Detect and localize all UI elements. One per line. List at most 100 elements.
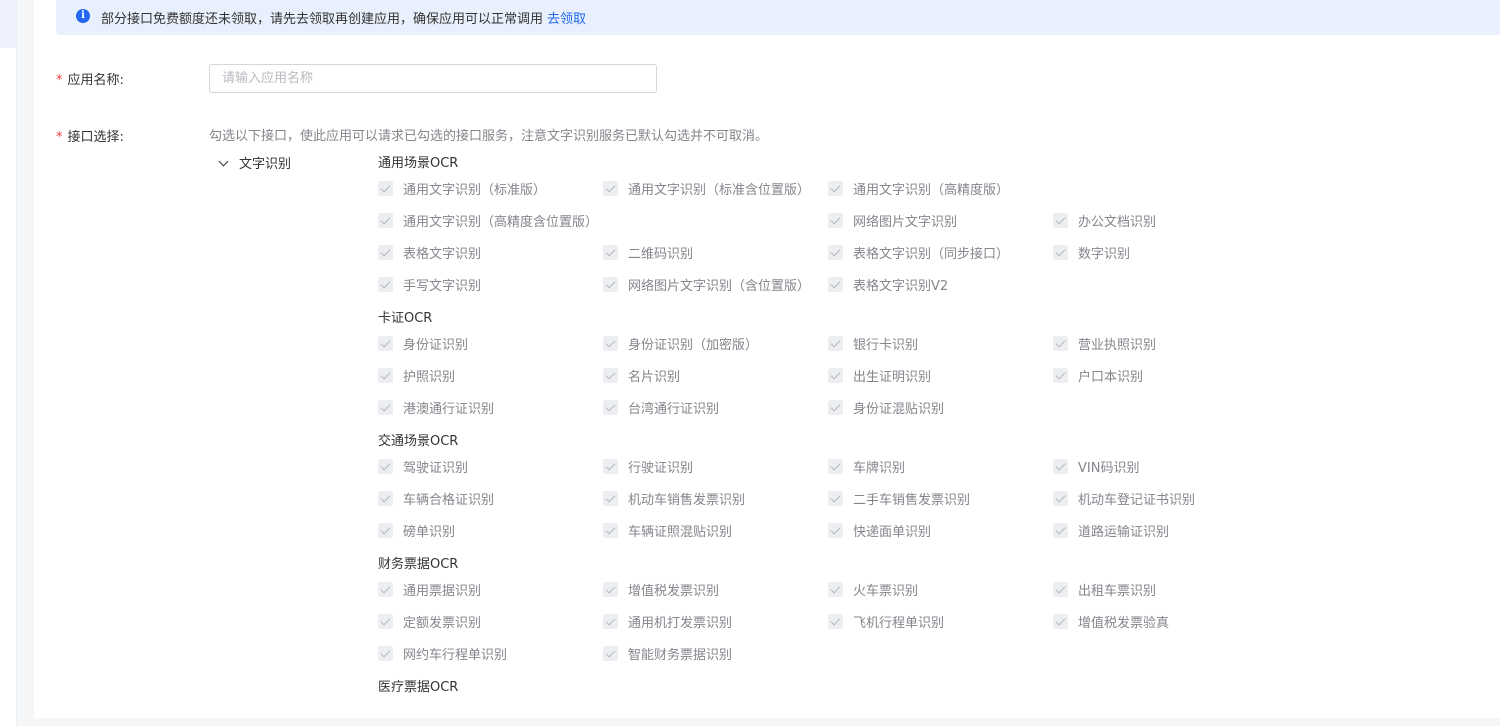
checkbox-checked-disabled-icon[interactable] (828, 399, 843, 415)
api-option-label: 通用票据识别 (403, 583, 482, 599)
checkbox-checked-disabled-icon[interactable] (1053, 367, 1068, 383)
api-option[interactable]: 车牌识别 (828, 450, 1053, 482)
api-option[interactable]: 网络图片文字识别（含位置版） (603, 268, 828, 300)
api-option[interactable]: 身份证识别（加密版） (603, 327, 828, 359)
api-option[interactable]: 通用文字识别（高精度版） (828, 172, 1053, 204)
api-option[interactable]: 智能财务票据识别 (603, 637, 828, 669)
api-option[interactable]: 办公文档识别 (1053, 204, 1278, 236)
api-option[interactable]: 户口本识别 (1053, 359, 1278, 391)
checkbox-checked-disabled-icon[interactable] (603, 458, 618, 474)
api-select-hint: 勾选以下接口，使此应用可以请求已勾选的接口服务，注意文字识别服务已默认勾选并不可… (209, 129, 769, 144)
checkbox-checked-disabled-icon[interactable] (603, 613, 618, 629)
api-option[interactable]: 定额发票识别 (378, 605, 603, 637)
checkbox-checked-disabled-icon[interactable] (828, 244, 843, 260)
api-option[interactable]: 港澳通行证识别 (378, 391, 603, 423)
checkbox-checked-disabled-icon[interactable] (1053, 522, 1068, 538)
api-option[interactable]: 手写文字识别 (378, 268, 603, 300)
checkbox-checked-disabled-icon[interactable] (1053, 581, 1068, 597)
checkbox-checked-disabled-icon[interactable] (828, 581, 843, 597)
api-option[interactable]: 表格文字识别 (378, 236, 603, 268)
api-option[interactable]: 表格文字识别（同步接口） (828, 236, 1053, 268)
api-option[interactable]: 车辆证照混贴识别 (603, 514, 828, 546)
checkbox-checked-disabled-icon[interactable] (828, 522, 843, 538)
api-option[interactable]: 行驶证识别 (603, 450, 828, 482)
api-option[interactable]: 增值税发票识别 (603, 573, 828, 605)
api-option[interactable]: 火车票识别 (828, 573, 1053, 605)
checkbox-checked-disabled-icon[interactable] (378, 367, 393, 383)
chevron-down-icon[interactable] (218, 156, 229, 167)
app-name-input[interactable] (209, 64, 657, 93)
checkbox-checked-disabled-icon[interactable] (603, 490, 618, 506)
api-option[interactable]: 身份证混贴识别 (828, 391, 1053, 423)
checkbox-checked-disabled-icon[interactable] (1053, 613, 1068, 629)
checkbox-checked-disabled-icon[interactable] (378, 645, 393, 661)
api-option[interactable]: 营业执照识别 (1053, 327, 1278, 359)
checkbox-checked-disabled-icon[interactable] (603, 522, 618, 538)
checkbox-checked-disabled-icon[interactable] (828, 180, 843, 196)
api-option[interactable]: 磅单识别 (378, 514, 603, 546)
api-option[interactable]: 增值税发票验真 (1053, 605, 1278, 637)
api-option[interactable]: 名片识别 (603, 359, 828, 391)
api-option[interactable]: 二维码识别 (603, 236, 828, 268)
checkbox-checked-disabled-icon[interactable] (603, 335, 618, 351)
checkbox-checked-disabled-icon[interactable] (603, 276, 618, 292)
checkbox-checked-disabled-icon[interactable] (828, 367, 843, 383)
api-option[interactable]: 车辆合格证识别 (378, 482, 603, 514)
api-option[interactable]: 出租车票识别 (1053, 573, 1278, 605)
api-option[interactable]: 身份证识别 (378, 327, 603, 359)
checkbox-checked-disabled-icon[interactable] (828, 490, 843, 506)
checkbox-checked-disabled-icon[interactable] (378, 212, 393, 228)
api-option[interactable]: 护照识别 (378, 359, 603, 391)
checkbox-checked-disabled-icon[interactable] (828, 276, 843, 292)
api-option[interactable]: 飞机行程单识别 (828, 605, 1053, 637)
checkbox-checked-disabled-icon[interactable] (1053, 244, 1068, 260)
api-option[interactable]: VIN码识别 (1053, 450, 1278, 482)
api-option[interactable]: 网约车行程单识别 (378, 637, 603, 669)
checkbox-checked-disabled-icon[interactable] (378, 490, 393, 506)
checkbox-checked-disabled-icon[interactable] (1053, 458, 1068, 474)
checkbox-checked-disabled-icon[interactable] (828, 212, 843, 228)
checkbox-checked-disabled-icon[interactable] (378, 458, 393, 474)
checkbox-checked-disabled-icon[interactable] (378, 613, 393, 629)
checkbox-checked-disabled-icon[interactable] (378, 180, 393, 196)
checkbox-checked-disabled-icon[interactable] (828, 335, 843, 351)
api-option[interactable]: 台湾通行证识别 (603, 391, 828, 423)
checkbox-checked-disabled-icon[interactable] (378, 399, 393, 415)
required-mark: * (56, 73, 63, 88)
checkbox-checked-disabled-icon[interactable] (378, 522, 393, 538)
api-option[interactable]: 驾驶证识别 (378, 450, 603, 482)
checkbox-checked-disabled-icon[interactable] (603, 180, 618, 196)
claim-quota-link[interactable]: 去领取 (547, 12, 586, 27)
api-option[interactable]: 通用文字识别（标准版） (378, 172, 603, 204)
checkbox-checked-disabled-icon[interactable] (1053, 212, 1068, 228)
api-option[interactable]: 道路运输证识别 (1053, 514, 1278, 546)
api-option[interactable]: 机动车销售发票识别 (603, 482, 828, 514)
api-option[interactable]: 通用票据识别 (378, 573, 603, 605)
checkbox-checked-disabled-icon[interactable] (603, 367, 618, 383)
checkbox-checked-disabled-icon[interactable] (603, 244, 618, 260)
checkbox-checked-disabled-icon[interactable] (1053, 335, 1068, 351)
sidebar-active-item[interactable] (0, 0, 16, 48)
checkbox-checked-disabled-icon[interactable] (828, 458, 843, 474)
api-option[interactable]: 数字识别 (1053, 236, 1278, 268)
checkbox-checked-disabled-icon[interactable] (603, 581, 618, 597)
checkbox-checked-disabled-icon[interactable] (603, 399, 618, 415)
checkbox-checked-disabled-icon[interactable] (378, 581, 393, 597)
api-option[interactable]: 通用机打发票识别 (603, 605, 828, 637)
api-option[interactable]: 二手车销售发票识别 (828, 482, 1053, 514)
tree-node-text-recognition[interactable]: 文字识别 (218, 153, 291, 172)
api-option[interactable]: 表格文字识别V2 (828, 268, 1053, 300)
api-option[interactable]: 通用文字识别（高精度含位置版） (378, 204, 828, 236)
checkbox-checked-disabled-icon[interactable] (828, 613, 843, 629)
api-option[interactable]: 快递面单识别 (828, 514, 1053, 546)
checkbox-checked-disabled-icon[interactable] (378, 335, 393, 351)
checkbox-checked-disabled-icon[interactable] (378, 244, 393, 260)
api-option[interactable]: 机动车登记证书识别 (1053, 482, 1278, 514)
api-option[interactable]: 出生证明识别 (828, 359, 1053, 391)
checkbox-checked-disabled-icon[interactable] (603, 645, 618, 661)
api-option[interactable]: 网络图片文字识别 (828, 204, 1053, 236)
api-option[interactable]: 通用文字识别（标准含位置版） (603, 172, 828, 204)
api-option[interactable]: 银行卡识别 (828, 327, 1053, 359)
checkbox-checked-disabled-icon[interactable] (1053, 490, 1068, 506)
checkbox-checked-disabled-icon[interactable] (378, 276, 393, 292)
